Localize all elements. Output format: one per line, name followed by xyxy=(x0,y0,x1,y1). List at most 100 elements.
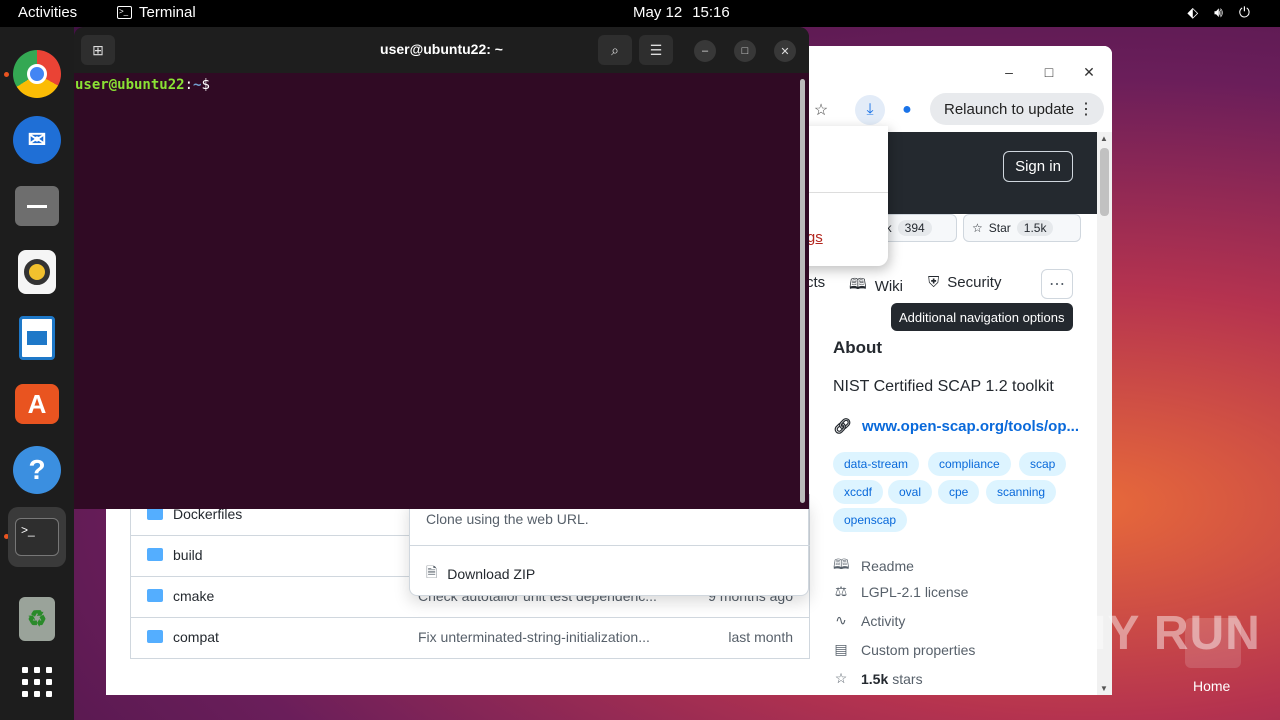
custom-properties-link[interactable]: ▤ Custom properties xyxy=(833,641,975,658)
zip-file-icon: 🗎︎ xyxy=(426,564,438,580)
meta-label: Readme xyxy=(861,558,914,574)
search-button[interactable]: ⌕ xyxy=(598,35,632,65)
scroll-up-icon[interactable]: ▲ xyxy=(1100,134,1108,143)
dock-item-software[interactable]: A xyxy=(8,375,66,433)
topic-tag[interactable]: data-stream xyxy=(833,452,920,476)
topic-tag[interactable]: cpe xyxy=(938,480,980,504)
star-icon: ☆ xyxy=(972,221,983,235)
dock-item-files[interactable] xyxy=(8,177,66,235)
home-folder-label: Home xyxy=(1193,678,1231,694)
tab-security-label: Security xyxy=(947,274,1002,291)
dock-item-chrome[interactable] xyxy=(8,45,66,103)
star-icon: ☆ xyxy=(834,670,848,686)
app-grid-icon xyxy=(22,667,52,697)
close-button[interactable]: ✕ xyxy=(774,40,796,62)
profile-icon[interactable]: ● xyxy=(892,95,922,125)
browser-close-button[interactable]: ✕ xyxy=(1075,58,1103,86)
readme-link[interactable]: 🕮︎ Readme xyxy=(833,554,914,578)
dock-item-show-apps[interactable] xyxy=(8,653,66,711)
pulse-icon: ∿ xyxy=(835,612,847,628)
meta-label: LGPL-2.1 license xyxy=(861,583,969,600)
download-zip-button[interactable]: 🗎︎ Download ZIP xyxy=(426,562,535,586)
system-tray[interactable]: ⬖ 🔊︎ ⏻ xyxy=(1187,4,1250,21)
more-nav-button[interactable]: ⋯ xyxy=(1041,269,1073,299)
terminal-scrollbar[interactable] xyxy=(800,79,805,503)
dock-item-trash[interactable]: ♻ xyxy=(8,590,66,648)
clock-time: 15:16 xyxy=(692,4,730,21)
dock-item-terminal[interactable]: >_ xyxy=(8,507,66,567)
star-count: 1.5k xyxy=(1016,220,1054,236)
relaunch-label: Relaunch to update xyxy=(944,100,1075,118)
download-icon[interactable]: ⤓ xyxy=(855,95,885,125)
file-name[interactable]: build xyxy=(173,547,203,563)
website-link[interactable]: 🔗︎ www.open-scap.org/tools/op... xyxy=(833,417,1079,436)
download-zip-label: Download ZIP xyxy=(447,566,536,582)
topic-tag[interactable]: openscap xyxy=(833,508,908,532)
power-icon: ⏻ xyxy=(1238,4,1250,20)
clone-hint: Clone using the web URL. xyxy=(426,511,589,527)
clock[interactable]: May 12 15:16 xyxy=(633,4,730,21)
topic-tag[interactable]: compliance xyxy=(928,452,1011,476)
dock-item-thunderbird[interactable]: ✉ xyxy=(8,111,66,169)
activities-button[interactable]: Activities xyxy=(18,4,77,21)
terminal-titlebar[interactable]: ⊞ user@ubuntu22: ~ ⌕ ☰ – □ ✕ xyxy=(74,27,809,73)
meta-label: Activity xyxy=(861,612,906,629)
topic-tag[interactable]: oval xyxy=(888,480,933,504)
browser-minimize-button[interactable]: – xyxy=(995,58,1023,86)
dock-item-rhythmbox[interactable] xyxy=(8,243,66,301)
top-bar: Activities >_ Terminal May 12 15:16 ⬖ 🔊︎… xyxy=(0,0,1280,27)
book-icon: 🕮︎ xyxy=(849,276,867,293)
scroll-down-icon[interactable]: ▼ xyxy=(1100,684,1108,693)
bookmark-star-icon[interactable]: ☆ xyxy=(806,95,836,125)
home-folder-icon[interactable] xyxy=(1185,618,1241,668)
tab-wiki-label: Wiki xyxy=(874,278,904,295)
star-label: Star xyxy=(988,221,1011,235)
stars-link[interactable]: ☆ 1.5k stars xyxy=(833,670,923,687)
minimize-button[interactable]: – xyxy=(694,40,716,62)
license-link[interactable]: ⚖ LGPL-2.1 license xyxy=(833,583,969,600)
volume-icon: 🔊︎ xyxy=(1214,4,1223,20)
kebab-menu-icon[interactable]: ⋮ xyxy=(1078,99,1094,119)
terminal-small-icon: >_ xyxy=(117,6,132,19)
commit-message[interactable]: Fix unterminated-string-initialization..… xyxy=(418,629,674,645)
file-name[interactable]: cmake xyxy=(173,588,214,604)
writer-icon xyxy=(19,316,55,360)
clock-date: May 12 xyxy=(633,4,683,21)
note-icon: ▤ xyxy=(834,641,848,657)
trash-icon: ♻ xyxy=(19,597,55,641)
dock-item-help[interactable]: ? xyxy=(8,441,66,499)
topic-tag[interactable]: xccdf xyxy=(833,480,884,504)
prompt-separator: : xyxy=(184,77,194,93)
topic-tag[interactable]: scap xyxy=(1019,452,1067,476)
files-icon xyxy=(15,186,59,226)
divider xyxy=(410,545,810,546)
prompt-sign: $ xyxy=(201,77,210,93)
terminal-prompt[interactable]: user@ubuntu22:~$ xyxy=(75,77,210,93)
book-icon: 🕮︎ xyxy=(833,556,850,572)
shield-icon: ⛨ xyxy=(928,274,940,291)
dock: ✉ A ? >_ ♻ xyxy=(0,27,74,720)
browser-maximize-button[interactable]: □ xyxy=(1035,58,1063,86)
activity-link[interactable]: ∿ Activity xyxy=(833,612,905,629)
focused-app-menu[interactable]: >_ Terminal xyxy=(117,4,196,21)
relaunch-to-update-button[interactable]: Relaunch to update ⋮ xyxy=(930,93,1104,125)
rhythmbox-icon xyxy=(18,250,56,294)
terminal-window[interactable]: ⊞ user@ubuntu22: ~ ⌕ ☰ – □ ✕ user@ubuntu… xyxy=(74,27,809,509)
tab-security[interactable]: ⛨ Security xyxy=(928,274,1001,291)
maximize-button[interactable]: □ xyxy=(734,40,756,62)
prompt-user: user@ubuntu22 xyxy=(75,77,185,93)
file-name[interactable]: compat xyxy=(173,629,219,645)
meta-label: Custom properties xyxy=(861,641,976,658)
topic-tag[interactable]: scanning xyxy=(986,480,1057,504)
scrollbar-thumb[interactable] xyxy=(1100,148,1109,216)
table-row[interactable]: compat Fix unterminated-string-initializ… xyxy=(131,617,809,658)
star-button[interactable]: ☆ Star 1.5k xyxy=(963,214,1081,242)
folder-icon xyxy=(147,630,163,643)
link-icon: 🔗︎ xyxy=(833,418,853,435)
terminal-icon: >_ xyxy=(15,518,59,556)
tab-wiki[interactable]: 🕮︎ Wiki xyxy=(849,274,903,299)
dock-item-writer[interactable] xyxy=(8,309,66,367)
focused-app-label: Terminal xyxy=(139,4,196,21)
menu-button[interactable]: ☰ xyxy=(639,35,673,65)
sign-in-button[interactable]: Sign in xyxy=(1003,151,1073,182)
